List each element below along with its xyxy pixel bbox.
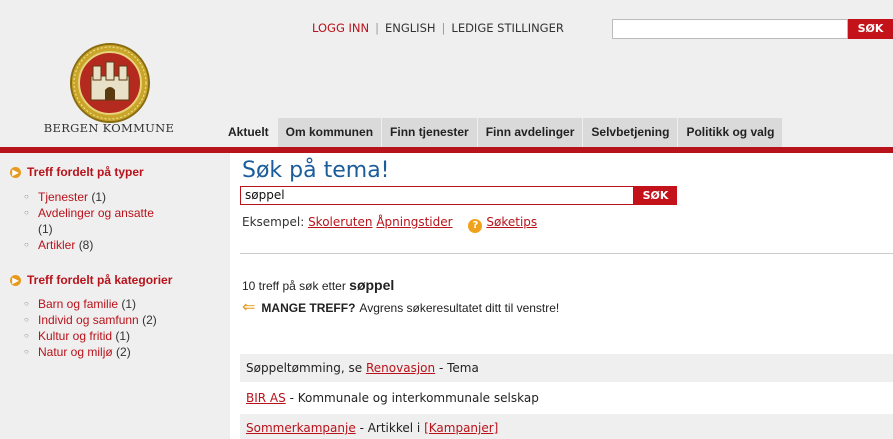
- type-item-artikler[interactable]: Artikler (8): [24, 237, 214, 253]
- result-link[interactable]: Sommerkampanje: [246, 421, 356, 435]
- result-post: - Tema: [438, 361, 479, 375]
- category-label[interactable]: Natur og miljø: [38, 345, 113, 359]
- type-label[interactable]: Avdelinger og ansatte: [38, 206, 154, 220]
- example-link-skoleruten[interactable]: Skoleruten: [308, 215, 372, 229]
- top-search-input[interactable]: [612, 19, 848, 39]
- arrow-left-icon: ⇐: [242, 299, 256, 316]
- category-count: (1): [121, 297, 137, 311]
- chevron-right-icon: ▶: [10, 167, 21, 178]
- main-nav: Aktuelt Om kommunen Finn tjenester Finn …: [218, 118, 783, 147]
- example-link-apningstider[interactable]: Åpningstider: [376, 215, 452, 229]
- page-title: Søk på tema!: [242, 158, 390, 183]
- search-button[interactable]: SØK: [634, 186, 677, 205]
- summary-term: søppel: [349, 277, 395, 293]
- result-row: Sommerkampanje - Artikkel i [Kampanjer]: [240, 414, 893, 439]
- type-item-avdelinger[interactable]: Avdelinger og ansatte (1): [24, 205, 214, 237]
- result-summary: 10 treff på søk etter søppel: [242, 277, 394, 293]
- type-count: (1): [91, 190, 107, 204]
- categories-heading-label: Treff fordelt på kategorier: [27, 273, 173, 287]
- category-label[interactable]: Individ og samfunn: [38, 313, 139, 327]
- category-count: (2): [142, 313, 157, 327]
- site-header: BERGEN KOMMUNE LOGG INN | ENGLISH | LEDIGE S…: [0, 0, 893, 147]
- top-utility-nav: LOGG INN | ENGLISH | LEDIGE STILLINGER: [312, 21, 564, 35]
- result-category-link[interactable]: [Kampanjer]: [424, 421, 498, 435]
- nav-aktuelt[interactable]: Aktuelt: [218, 118, 277, 147]
- help-icon: ?: [468, 219, 483, 233]
- types-heading-label: Treff fordelt på typer: [27, 165, 144, 179]
- many-hits-bold: MANGE TREFF?: [261, 301, 356, 315]
- separator: |: [441, 21, 446, 35]
- many-hits-notice: ⇐ MANGE TREFF? Avgrens søkeresultatet di…: [242, 299, 560, 316]
- many-hits-text: Avgrens søkeresultatet ditt til venstre!: [359, 301, 560, 315]
- chevron-right-icon: ▶: [10, 275, 21, 286]
- nav-selvbetjening[interactable]: Selvbetjening: [583, 118, 678, 147]
- result-link[interactable]: BIR AS: [246, 391, 286, 405]
- category-item-barn-og-familie[interactable]: Barn og familie (1): [24, 296, 157, 312]
- category-count: (1): [115, 329, 131, 343]
- type-item-tjenester[interactable]: Tjenester (1): [24, 189, 214, 205]
- type-label[interactable]: Tjenester: [38, 190, 88, 204]
- nav-finn-avdelinger[interactable]: Finn avdelinger: [477, 118, 583, 147]
- logo-link[interactable]: BERGEN KOMMUNE: [0, 0, 218, 147]
- categories-list: Barn og familie (1) Individ og samfunn (…: [24, 296, 157, 360]
- category-label[interactable]: Barn og familie: [38, 297, 118, 311]
- category-item-kultur-og-fritid[interactable]: Kultur og fritid (1): [24, 328, 157, 344]
- result-post: - Kommunale og interkommunale selskap: [289, 391, 539, 405]
- examples-prefix: Eksempel:: [242, 215, 305, 229]
- nav-politikk-og-valg[interactable]: Politikk og valg: [678, 118, 783, 147]
- login-link[interactable]: LOGG INN: [312, 21, 369, 35]
- result-row: Søppeltømming, se Renovasjon - Tema: [240, 354, 893, 382]
- search-examples: Eksempel: Skoleruten Åpningstider ? Søket…: [242, 215, 537, 233]
- result-pre: Søppeltømming, se: [246, 361, 363, 375]
- english-link[interactable]: ENGLISH: [385, 21, 436, 35]
- bergen-seal-logo: [70, 43, 150, 123]
- main-content: Søk på tema! søppel SØK Eksempel: Skoler…: [230, 153, 893, 439]
- logo-text: BERGEN KOMMUNE: [43, 121, 175, 135]
- divider: [240, 253, 893, 254]
- separator: |: [375, 21, 379, 35]
- type-count: (8): [78, 238, 94, 252]
- search-input[interactable]: søppel: [240, 186, 634, 205]
- search-tips-link[interactable]: Søketips: [486, 215, 537, 229]
- types-list: Tjenester (1) Avdelinger og ansatte (1) A…: [24, 189, 214, 253]
- nav-finn-tjenester[interactable]: Finn tjenester: [382, 118, 477, 147]
- result-row: BIR AS - Kommunale og interkommunale sel…: [240, 384, 893, 412]
- nav-om-kommunen[interactable]: Om kommunen: [277, 118, 382, 147]
- type-count: (1): [38, 222, 53, 236]
- result-post: - Artikkel i: [359, 421, 421, 435]
- result-link[interactable]: Renovasjon: [366, 361, 435, 375]
- top-search-button[interactable]: SØK: [848, 19, 893, 39]
- category-label[interactable]: Kultur og fritid: [38, 329, 112, 343]
- category-item-natur-og-miljo[interactable]: Natur og miljø (2): [24, 344, 157, 360]
- type-label[interactable]: Artikler: [38, 238, 75, 252]
- categories-heading: ▶ Treff fordelt på kategorier: [10, 273, 172, 287]
- types-heading: ▶ Treff fordelt på typer: [10, 165, 144, 179]
- category-item-individ-og-samfunn[interactable]: Individ og samfunn (2): [24, 312, 157, 328]
- summary-text: 10 treff på søk etter: [242, 279, 346, 293]
- jobs-link[interactable]: LEDIGE STILLINGER: [451, 21, 563, 35]
- filter-sidebar: ▶ Treff fordelt på typer Tjenester (1) Av…: [0, 153, 230, 439]
- category-count: (2): [116, 345, 131, 359]
